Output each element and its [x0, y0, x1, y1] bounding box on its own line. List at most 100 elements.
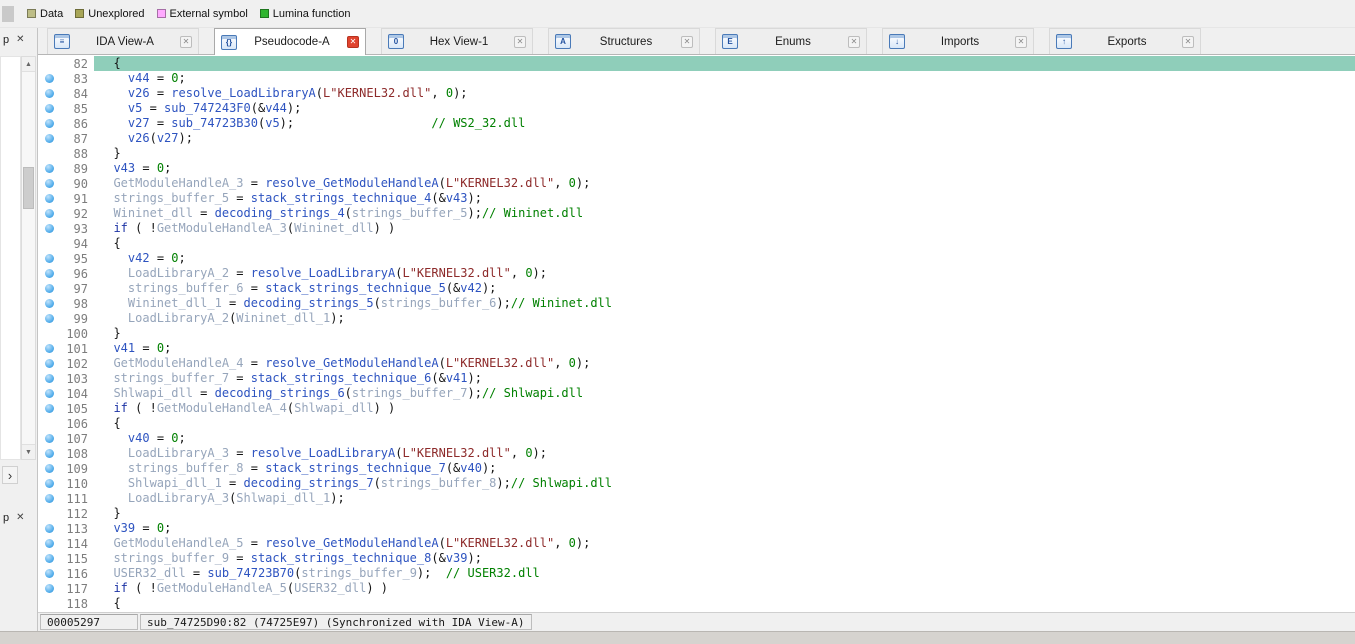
line-number: 86	[73, 116, 88, 131]
code-text[interactable]: if ( !GetModuleHandleA_3(Wininet_dll) )	[94, 221, 1355, 236]
line-number: 97	[73, 281, 88, 296]
line-bullet-cell	[38, 596, 60, 611]
code-text[interactable]: v27 = sub_74723B30(v5); // WS2_32.dll	[94, 116, 1355, 131]
code-text[interactable]: {	[94, 416, 1355, 431]
code-text[interactable]: Shlwapi_dll = decoding_strings_6(strings…	[94, 386, 1355, 401]
code-text[interactable]: v41 = 0;	[94, 341, 1355, 356]
line-number: 82	[73, 56, 88, 71]
tab-enums[interactable]: E Enums ✕	[715, 28, 867, 54]
code-text[interactable]: strings_buffer_6 = stack_strings_techniq…	[94, 281, 1355, 296]
close-tab-icon[interactable]: ✕	[514, 35, 526, 48]
code-text[interactable]: USER32_dll = sub_74723B70(strings_buffer…	[94, 566, 1355, 581]
close-tab-icon[interactable]: ✕	[1015, 35, 1027, 48]
code-text[interactable]: }	[94, 326, 1355, 341]
tab-exports[interactable]: ↑ Exports ✕	[1049, 28, 1201, 54]
code-text[interactable]: {	[94, 56, 1355, 71]
line-bullet-cell	[38, 416, 60, 431]
code-text[interactable]: v44 = 0;	[94, 71, 1355, 86]
code-text[interactable]: {	[94, 236, 1355, 251]
code-text[interactable]: {	[94, 596, 1355, 611]
line-number: 92	[73, 206, 88, 221]
code-text[interactable]: }	[94, 146, 1355, 161]
code-line: 95 v42 = 0;	[38, 251, 1355, 266]
code-line: 96 LoadLibraryA_2 = resolve_LoadLibraryA…	[38, 266, 1355, 281]
code-text[interactable]: if ( !GetModuleHandleA_4(Shlwapi_dll) )	[94, 401, 1355, 416]
code-text[interactable]: GetModuleHandleA_4 = resolve_GetModuleHa…	[94, 356, 1355, 371]
code-text[interactable]: strings_buffer_8 = stack_strings_techniq…	[94, 461, 1355, 476]
code-text[interactable]: strings_buffer_7 = stack_strings_techniq…	[94, 371, 1355, 386]
legend-bar: Data Unexplored External symbol Lumina func…	[0, 0, 1355, 28]
code-line: 97 strings_buffer_6 = stack_strings_tech…	[38, 281, 1355, 296]
line-bullet-icon	[44, 89, 54, 98]
code-text[interactable]: GetModuleHandleA_3 = resolve_GetModuleHa…	[94, 176, 1355, 191]
code-text[interactable]: v26 = resolve_LoadLibraryA(L"KERNEL32.dl…	[94, 86, 1355, 101]
line-bullet-icon	[44, 224, 54, 233]
expand-panel-button[interactable]: ›	[2, 466, 18, 484]
line-bullet-cell	[38, 86, 60, 101]
line-bullet-cell	[38, 386, 60, 401]
line-bullet-cell	[38, 401, 60, 416]
tab-pseudocode-a[interactable]: {} Pseudocode-A ✕	[214, 28, 366, 55]
close-tab-icon[interactable]: ✕	[848, 35, 860, 48]
scroll-down-icon[interactable]: ▼	[22, 444, 35, 459]
tab-hex-view-1[interactable]: 0 Hex View-1 ✕	[381, 28, 533, 54]
line-bullet-icon	[44, 464, 54, 473]
line-number: 108	[66, 446, 88, 461]
code-text[interactable]: LoadLibraryA_3 = resolve_LoadLibraryA(L"…	[94, 446, 1355, 461]
exports-icon: ↑	[1056, 34, 1072, 49]
structures-icon: A	[555, 34, 571, 49]
close-tab-icon[interactable]: ✕	[681, 35, 693, 48]
code-text[interactable]: v40 = 0;	[94, 431, 1355, 446]
line-bullet-cell	[38, 536, 60, 551]
tab-structures[interactable]: A Structures ✕	[548, 28, 700, 54]
code-line: 83 v44 = 0;	[38, 71, 1355, 86]
close-tab-icon[interactable]: ✕	[180, 35, 192, 48]
line-bullet-icon	[44, 524, 54, 533]
code-text[interactable]: Wininet_dll_1 = decoding_strings_5(strin…	[94, 296, 1355, 311]
hex-view-icon: 0	[388, 34, 404, 49]
code-line: 109 strings_buffer_8 = stack_strings_tec…	[38, 461, 1355, 476]
code-text[interactable]: v5 = sub_747243F0(&v44);	[94, 101, 1355, 116]
main-row: p ✕ ▲ ▼ › p ✕ ≡ IDA View-A ✕ {} Pseudocode-A…	[0, 28, 1355, 631]
line-bullet-icon	[44, 569, 54, 578]
code-line: 111 LoadLibraryA_3(Shlwapi_dll_1);	[38, 491, 1355, 506]
line-bullet-cell	[38, 131, 60, 146]
code-text[interactable]: if ( !GetModuleHandleA_5(USER32_dll) )	[94, 581, 1355, 596]
code-area[interactable]: 82 {83 v44 = 0; 84 v26 = resolve_LoadLibr…	[38, 55, 1355, 612]
code-text[interactable]: strings_buffer_9 = stack_strings_techniq…	[94, 551, 1355, 566]
code-text[interactable]: v26(v27);	[94, 131, 1355, 146]
code-text[interactable]: LoadLibraryA_2 = resolve_LoadLibraryA(L"…	[94, 266, 1355, 281]
code-line: 92 Wininet_dll = decoding_strings_4(stri…	[38, 206, 1355, 221]
close-panel-icon[interactable]: ✕	[16, 35, 24, 45]
code-text[interactable]: strings_buffer_5 = stack_strings_techniq…	[94, 191, 1355, 206]
tab-imports[interactable]: ↓ Imports ✕	[882, 28, 1034, 54]
tab-ida-view-a[interactable]: ≡ IDA View-A ✕	[47, 28, 199, 54]
line-bullet-cell	[38, 71, 60, 86]
close-panel-icon[interactable]: ✕	[16, 513, 24, 523]
data-swatch-icon	[27, 9, 36, 18]
line-bullet-cell	[38, 371, 60, 386]
code-text[interactable]: LoadLibraryA_3(Shlwapi_dll_1);	[94, 491, 1355, 506]
code-text[interactable]: }	[94, 506, 1355, 521]
code-text[interactable]: GetModuleHandleA_5 = resolve_GetModuleHa…	[94, 536, 1355, 551]
line-bullet-icon	[44, 404, 54, 413]
line-number: 112	[66, 506, 88, 521]
code-text[interactable]: Shlwapi_dll_1 = decoding_strings_7(strin…	[94, 476, 1355, 491]
code-text[interactable]: LoadLibraryA_2(Wininet_dll_1);	[94, 311, 1355, 326]
vertical-scrollbar[interactable]: ▲ ▼	[21, 56, 36, 460]
code-text[interactable]: v39 = 0;	[94, 521, 1355, 536]
legend-item-lumina-function: Lumina function	[259, 8, 350, 20]
external-symbol-swatch-icon	[156, 9, 166, 18]
legend-label: Unexplored	[88, 7, 145, 20]
code-line: 117 if ( !GetModuleHandleA_5(USER32_dll)…	[38, 581, 1355, 596]
code-line: 82 {	[38, 56, 1355, 71]
scrollbar-thumb[interactable]	[23, 167, 34, 209]
code-line: 85 v5 = sub_747243F0(&v44);	[38, 101, 1355, 116]
code-text[interactable]: v43 = 0;	[94, 161, 1355, 176]
scroll-up-icon[interactable]: ▲	[22, 57, 35, 72]
close-tab-icon[interactable]: ✕	[347, 36, 359, 48]
code-text[interactable]: v42 = 0;	[94, 251, 1355, 266]
code-line: 110 Shlwapi_dll_1 = decoding_strings_7(s…	[38, 476, 1355, 491]
code-text[interactable]: Wininet_dll = decoding_strings_4(strings…	[94, 206, 1355, 221]
close-tab-icon[interactable]: ✕	[1182, 35, 1194, 48]
